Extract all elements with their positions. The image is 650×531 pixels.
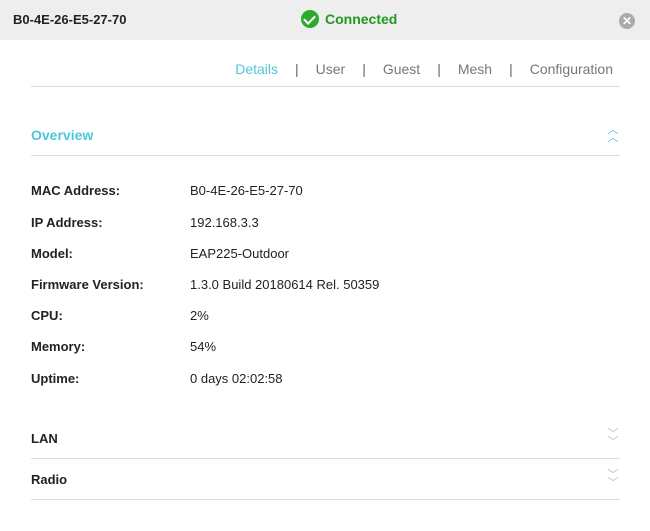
- tab-user[interactable]: User: [316, 61, 346, 77]
- connection-status: Connected: [301, 10, 397, 28]
- info-label: IP Address:: [31, 215, 103, 230]
- device-mac-title: B0-4E-26-E5-27-70: [13, 12, 127, 27]
- tab-bar: Details | User | Guest | Mesh | Configur…: [235, 61, 613, 77]
- info-label: Firmware Version:: [31, 277, 144, 292]
- tab-separator: |: [509, 61, 513, 77]
- close-icon[interactable]: ✕: [619, 13, 635, 29]
- info-row: IP Address: 192.168.3.3: [31, 215, 259, 230]
- chevron-down-icon[interactable]: ﹀ ﹀: [607, 470, 619, 489]
- info-row: MAC Address: B0-4E-26-E5-27-70: [31, 183, 303, 198]
- info-value: 2%: [190, 308, 209, 323]
- check-circle-icon: [301, 10, 319, 28]
- info-row: Uptime: 0 days 02:02:58: [31, 371, 283, 386]
- info-value: EAP225-Outdoor: [190, 246, 290, 261]
- tab-guest[interactable]: Guest: [383, 61, 420, 77]
- header-bar: B0-4E-26-E5-27-70 Connected ✕: [0, 0, 650, 40]
- overview-section-header[interactable]: Overview: [31, 127, 93, 143]
- chevron-up-icon[interactable]: ︿ ︿: [607, 125, 619, 144]
- info-value: 192.168.3.3: [190, 215, 259, 230]
- tab-separator: |: [295, 61, 299, 77]
- tab-details[interactable]: Details: [235, 61, 278, 77]
- info-row: Memory: 54%: [31, 339, 216, 354]
- chevron-down-icon[interactable]: ﹀ ﹀: [607, 429, 619, 448]
- tab-mesh[interactable]: Mesh: [458, 61, 492, 77]
- info-label: Model:: [31, 246, 73, 261]
- info-label: Memory:: [31, 339, 86, 354]
- tab-configuration[interactable]: Configuration: [530, 61, 613, 77]
- info-value: 1.3.0 Build 20180614 Rel. 50359: [190, 277, 380, 292]
- status-text: Connected: [325, 11, 398, 27]
- info-label: MAC Address:: [31, 183, 121, 198]
- divider: [31, 86, 620, 87]
- divider: [31, 499, 620, 500]
- divider: [31, 155, 620, 156]
- radio-section-header[interactable]: Radio: [31, 472, 67, 487]
- lan-section-header[interactable]: LAN: [31, 431, 58, 446]
- info-row: Firmware Version: 1.3.0 Build 20180614 Re…: [31, 277, 379, 292]
- info-row: Model: EAP225-Outdoor: [31, 246, 289, 261]
- tab-separator: |: [437, 61, 441, 77]
- info-value: 0 days 02:02:58: [190, 371, 283, 386]
- tab-separator: |: [362, 61, 366, 77]
- info-value: B0-4E-26-E5-27-70: [190, 183, 303, 198]
- info-row: CPU: 2%: [31, 308, 209, 323]
- info-label: Uptime:: [31, 371, 80, 386]
- info-value: 54%: [190, 339, 217, 354]
- info-label: CPU:: [31, 308, 63, 323]
- divider: [31, 458, 620, 459]
